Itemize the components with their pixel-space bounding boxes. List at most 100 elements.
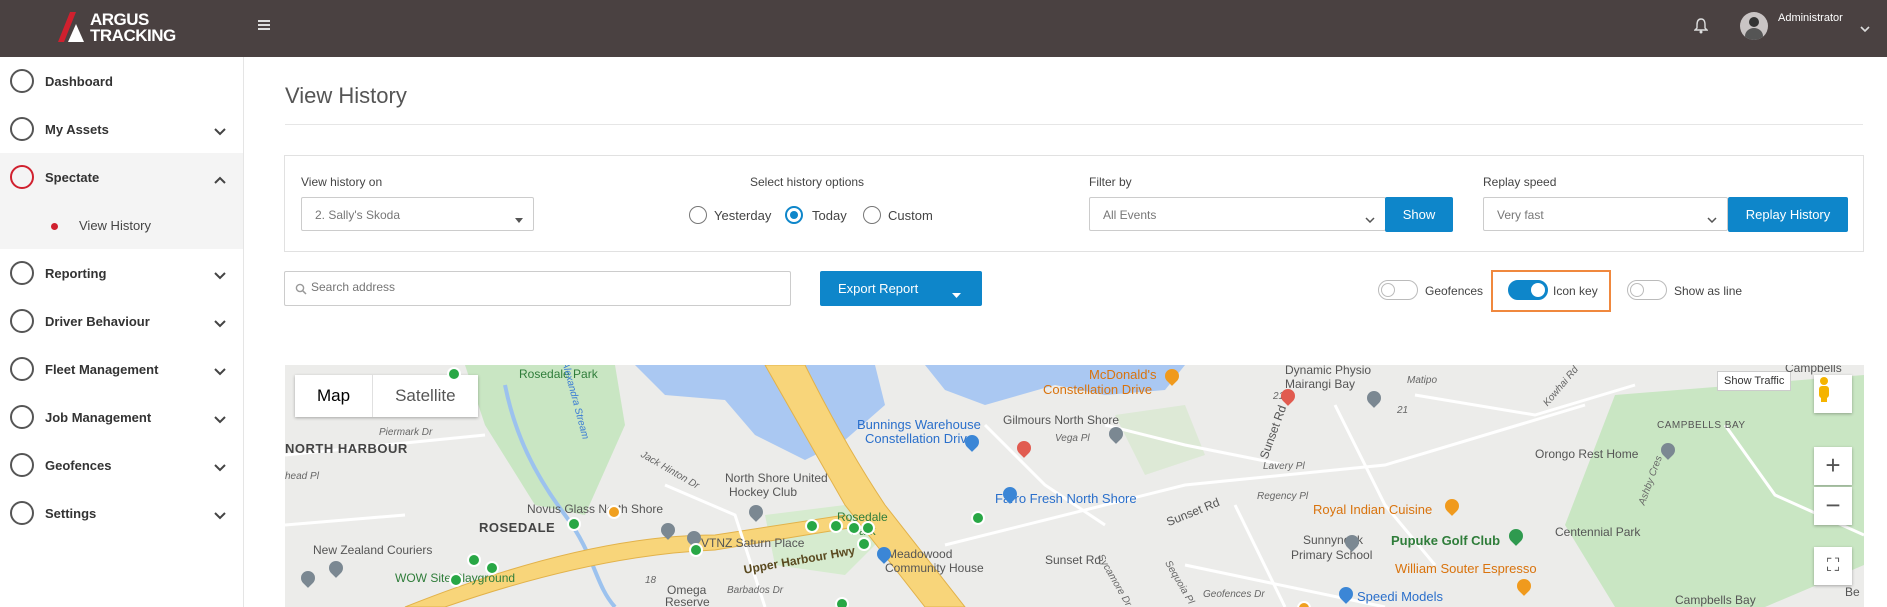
username[interactable]: Administrator	[1778, 12, 1843, 24]
history-event-marker[interactable]	[861, 521, 875, 535]
search-address-field[interactable]	[284, 271, 791, 306]
sidebar-item-label: Fleet Management	[45, 362, 159, 377]
map-pin-icon	[10, 165, 34, 189]
vehicle-select[interactable]: 2. Sally's Skoda	[301, 197, 534, 231]
export-report-button[interactable]: Export Report	[820, 271, 982, 306]
map-label: Orongo Rest Home	[1535, 447, 1639, 461]
geofences-toggle-label: Geofences	[1425, 284, 1484, 298]
show-traffic-button[interactable]: Show Traffic	[1717, 371, 1792, 391]
chevron-down-icon	[214, 123, 226, 141]
show-button[interactable]: Show	[1385, 197, 1453, 232]
chevron-down-icon	[1707, 212, 1717, 226]
icon-key-toggle-label: Icon key	[1553, 284, 1598, 298]
map-label: Gilmours North Shore	[1003, 413, 1120, 427]
map-label: Regency Pl	[1257, 491, 1309, 502]
history-event-marker[interactable]	[449, 573, 463, 587]
assets-icon	[10, 117, 34, 141]
chevron-down-icon	[214, 363, 226, 381]
radio-custom-label[interactable]: Custom	[888, 208, 933, 223]
map-label: Matipo	[1407, 375, 1438, 386]
sidebar-item-driver-behaviour[interactable]: Driver Behaviour	[0, 297, 243, 345]
map-canvas	[285, 365, 1864, 607]
map-label: Primary School	[1291, 548, 1373, 562]
replay-speed-select[interactable]: Very fast	[1483, 197, 1728, 231]
history-filter-card: View history on 2. Sally's Skoda Select …	[284, 155, 1864, 252]
history-event-marker[interactable]	[857, 537, 871, 551]
history-event-marker[interactable]	[689, 543, 703, 557]
sidebar-subitem-view-history[interactable]: View History	[0, 201, 243, 249]
history-event-marker[interactable]	[971, 511, 985, 525]
argus-logo[interactable]: ARGUS TRACKING	[54, 10, 194, 46]
sidebar-item-fleet-management[interactable]: Fleet Management	[0, 345, 243, 393]
filter-by-label: Filter by	[1089, 175, 1132, 189]
sidebar-item-dashboard[interactable]: Dashboard	[0, 57, 243, 105]
report-icon	[10, 261, 34, 285]
fullscreen-icon[interactable]: ⛶	[1814, 547, 1852, 585]
show-as-line-toggle[interactable]	[1627, 280, 1667, 300]
history-event-marker[interactable]	[485, 561, 499, 575]
map-label: Campbells Bay	[1675, 593, 1756, 607]
map-label: Royal Indian Cuisine	[1313, 502, 1433, 517]
history-event-marker[interactable]	[805, 519, 819, 533]
radio-yesterday[interactable]	[689, 206, 707, 224]
show-as-line-toggle-label: Show as line	[1674, 284, 1743, 298]
history-event-marker[interactable]	[847, 521, 861, 535]
map-label: Be	[1845, 585, 1860, 599]
map-label: Centennial Park	[1555, 525, 1641, 539]
sidebar-item-label: Spectate	[45, 170, 100, 185]
zoom-in-button[interactable]: +	[1814, 447, 1852, 485]
sidebar-item-label: Reporting	[45, 266, 107, 281]
chevron-down-icon	[1365, 212, 1375, 226]
history-event-marker[interactable]	[829, 519, 843, 533]
export-report-label: Export Report	[838, 281, 919, 296]
event-filter-select[interactable]: All Events	[1089, 197, 1386, 231]
geofences-toggle[interactable]	[1378, 280, 1418, 300]
avatar[interactable]	[1740, 12, 1768, 40]
history-event-marker[interactable]	[607, 505, 621, 519]
history-event-marker[interactable]	[467, 553, 481, 567]
map-label: Novus Glass North Shore	[527, 502, 664, 516]
chevron-down-icon[interactable]	[1860, 20, 1870, 38]
sidebar-subitem-label: View History	[79, 218, 152, 233]
bell-icon[interactable]	[1693, 18, 1709, 39]
map-label: Sunset Rd	[1045, 553, 1102, 567]
map-label: 21	[1397, 405, 1409, 416]
map-label: Reserve	[665, 595, 710, 607]
zoom-out-button[interactable]: −	[1814, 487, 1852, 525]
radio-yesterday-label[interactable]: Yesterday	[714, 208, 771, 223]
map-type-satellite[interactable]: Satellite	[373, 375, 477, 417]
radio-custom[interactable]	[863, 206, 881, 224]
map-label: NORTH HARBOUR	[285, 441, 408, 456]
street-view-pegman-icon[interactable]	[1814, 375, 1852, 413]
hamburger-menu-icon[interactable]	[258, 18, 272, 34]
history-event-marker[interactable]	[835, 597, 849, 607]
chevron-down-icon	[214, 507, 226, 525]
replay-history-button[interactable]: Replay History	[1728, 197, 1848, 232]
history-map[interactable]: Map Satellite Show Traffic + − ⛶ Rosedal…	[285, 365, 1864, 607]
sidebar-item-settings[interactable]: Settings	[0, 489, 243, 537]
search-icon	[295, 282, 307, 300]
map-label: Dynamic Physio	[1285, 365, 1372, 377]
geofence-icon	[10, 453, 34, 477]
icon-key-toggle[interactable]	[1508, 280, 1548, 300]
search-input[interactable]	[311, 280, 771, 294]
history-event-marker[interactable]	[567, 517, 581, 531]
map-label: Rosedale Park	[519, 367, 598, 381]
radio-today[interactable]	[785, 206, 803, 224]
logo-line2: TRACKING	[90, 26, 176, 45]
map-label: Hockey Club	[729, 485, 798, 499]
sidebar-item-job-management[interactable]: Job Management	[0, 393, 243, 441]
map-label: Meadowood	[887, 547, 953, 561]
sidebar-item-my-assets[interactable]: My Assets	[0, 105, 243, 153]
map-label: Barbados Dr	[727, 585, 784, 596]
sidebar-item-geofences[interactable]: Geofences	[0, 441, 243, 489]
history-event-marker[interactable]	[447, 367, 461, 381]
caret-down-icon[interactable]	[952, 286, 961, 301]
lightbulb-icon	[10, 309, 34, 333]
sidebar-item-spectate[interactable]: Spectate	[0, 153, 243, 201]
active-dot-icon	[51, 223, 58, 230]
radio-today-label[interactable]: Today	[812, 208, 847, 223]
sidebar-item-reporting[interactable]: Reporting	[0, 249, 243, 297]
map-type-map[interactable]: Map	[295, 375, 374, 417]
map-label: 18	[645, 575, 657, 586]
